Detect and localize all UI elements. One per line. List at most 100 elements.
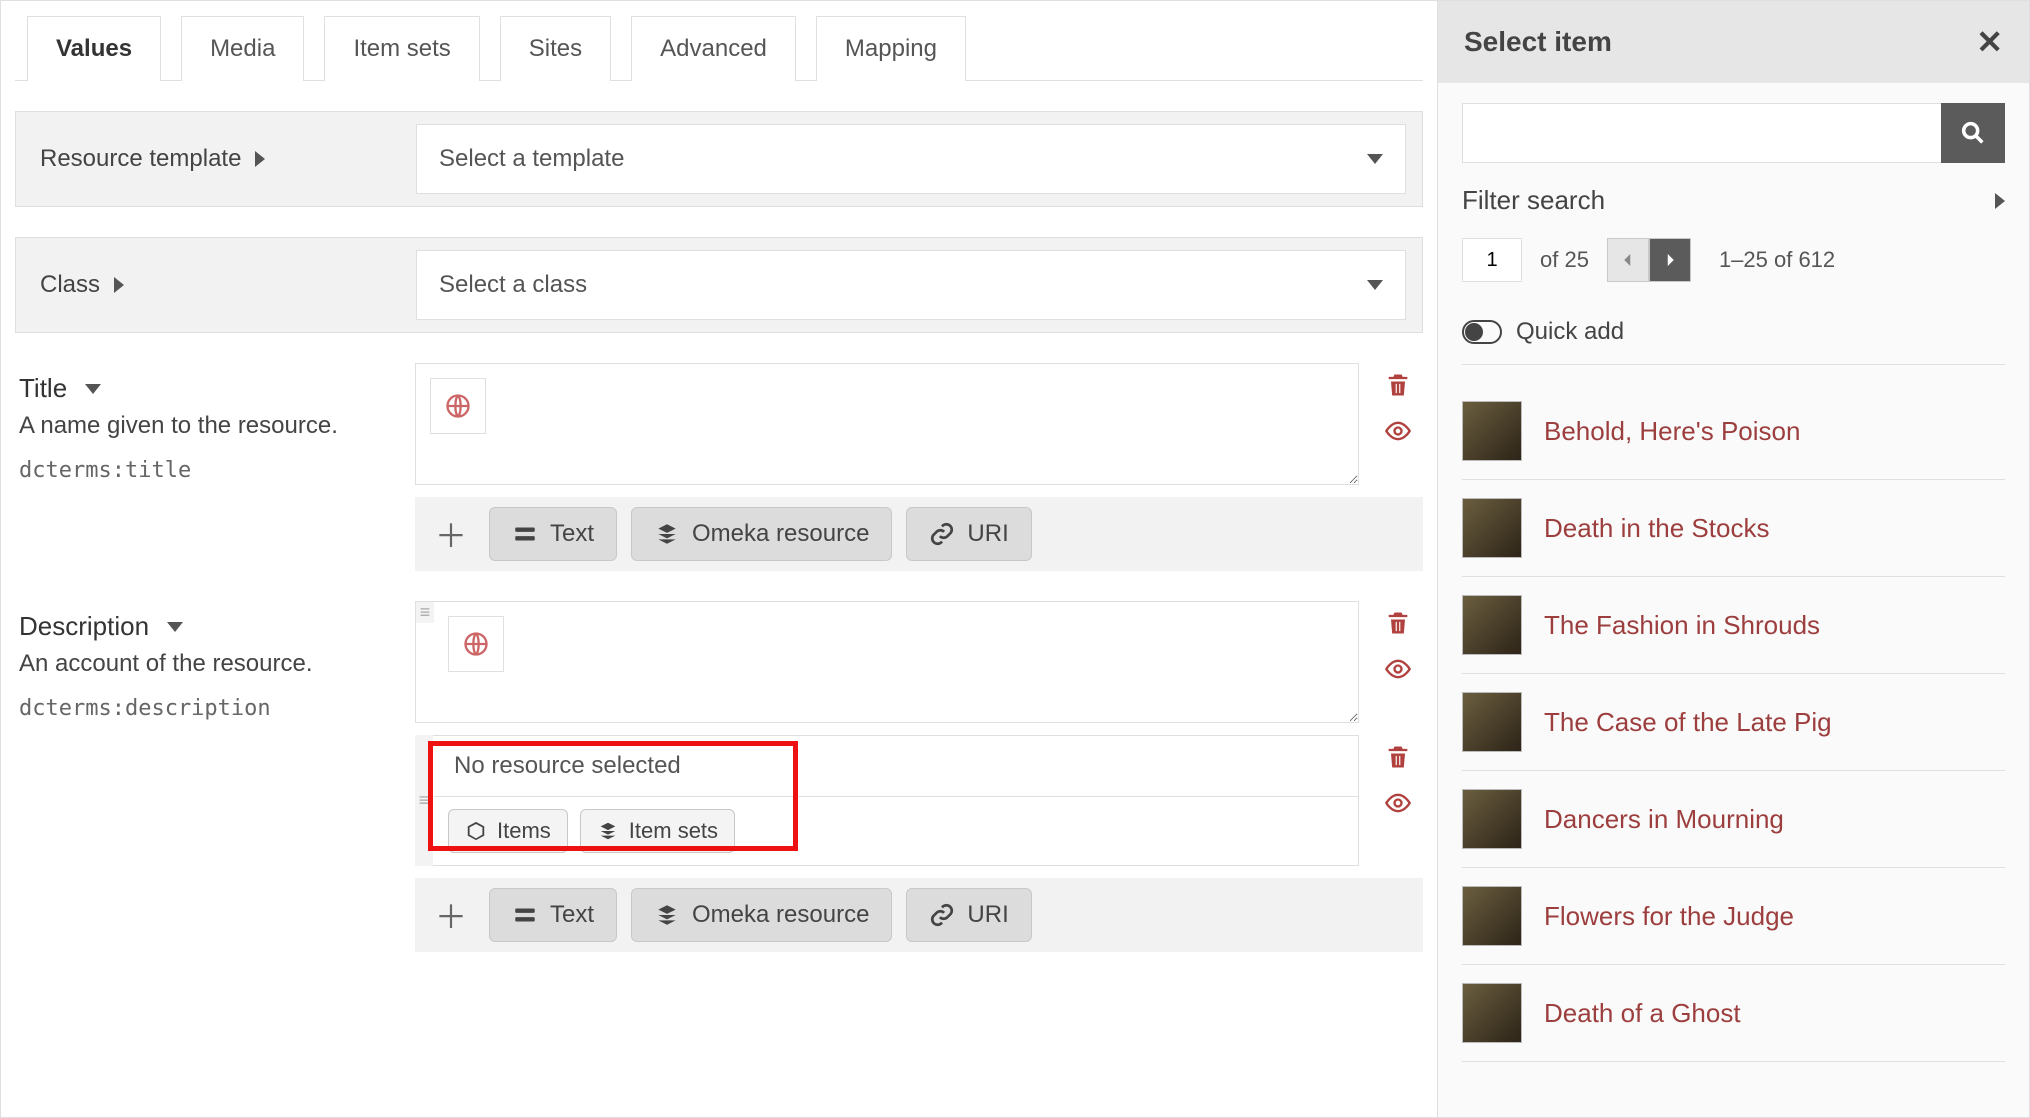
item-title: Flowers for the Judge bbox=[1544, 901, 1794, 932]
chevron-right-icon[interactable] bbox=[1995, 193, 2005, 209]
class-placeholder: Select a class bbox=[439, 271, 587, 299]
item-title: Death in the Stocks bbox=[1544, 513, 1769, 544]
title-name: Title bbox=[19, 373, 67, 404]
tab-values[interactable]: Values bbox=[27, 16, 161, 81]
thumbnail bbox=[1462, 983, 1522, 1043]
drag-handle-icon[interactable]: ≡ bbox=[415, 735, 433, 866]
item-title: The Fashion in Shrouds bbox=[1544, 610, 1820, 641]
trash-icon[interactable] bbox=[1384, 609, 1412, 637]
items-button-label: Items bbox=[497, 818, 551, 844]
type-text-button[interactable]: Text bbox=[489, 888, 617, 942]
thumbnail bbox=[1462, 692, 1522, 752]
resource-template-select[interactable]: Select a template bbox=[416, 124, 1406, 194]
thumbnail bbox=[1462, 886, 1522, 946]
eye-icon[interactable] bbox=[1384, 789, 1412, 817]
quick-add-label: Quick add bbox=[1516, 318, 1624, 346]
type-omeka-button[interactable]: Omeka resource bbox=[631, 888, 892, 942]
type-text-button[interactable]: Text bbox=[489, 507, 617, 561]
description-term: dcterms:description bbox=[19, 696, 391, 721]
type-uri-label: URI bbox=[967, 520, 1008, 548]
type-omeka-button[interactable]: Omeka resource bbox=[631, 507, 892, 561]
class-row: Class Select a class bbox=[15, 237, 1423, 333]
search-button[interactable] bbox=[1941, 103, 2005, 163]
add-value-button[interactable]: ＋ bbox=[427, 891, 475, 939]
drag-handle-icon[interactable]: ≡ bbox=[416, 602, 434, 623]
title-term: dcterms:title bbox=[19, 458, 391, 483]
add-value-button[interactable]: ＋ bbox=[427, 510, 475, 558]
trash-icon[interactable] bbox=[1384, 743, 1412, 771]
tab-media[interactable]: Media bbox=[181, 16, 304, 81]
list-item[interactable]: Dancers in Mourning bbox=[1462, 771, 2005, 868]
description-resource-value: ≡ No resource selected Items Item sets bbox=[415, 735, 1359, 866]
description-name: Description bbox=[19, 611, 149, 642]
type-omeka-label: Omeka resource bbox=[692, 901, 869, 929]
main-pane: Values Media Item sets Sites Advanced Ma… bbox=[1, 1, 1437, 1117]
pager-next-button[interactable] bbox=[1649, 238, 1691, 282]
page-input[interactable] bbox=[1462, 238, 1522, 282]
item-list: Behold, Here's Poison Death in the Stocks… bbox=[1462, 383, 2005, 1062]
resource-template-placeholder: Select a template bbox=[439, 145, 624, 173]
pager-prev-button[interactable] bbox=[1607, 238, 1649, 282]
type-uri-label: URI bbox=[967, 901, 1008, 929]
title-types-row: ＋ Text Omeka resource URI bbox=[415, 497, 1423, 571]
list-item[interactable]: Flowers for the Judge bbox=[1462, 868, 2005, 965]
type-uri-button[interactable]: URI bbox=[906, 507, 1031, 561]
item-title: Behold, Here's Poison bbox=[1544, 416, 1800, 447]
title-desc: A name given to the resource. bbox=[19, 412, 391, 440]
thumbnail bbox=[1462, 401, 1522, 461]
globe-icon[interactable] bbox=[430, 378, 486, 434]
pager-range: 1–25 of 612 bbox=[1719, 247, 1835, 273]
resource-template-row: Resource template Select a template bbox=[15, 111, 1423, 207]
list-item[interactable]: The Fashion in Shrouds bbox=[1462, 577, 2005, 674]
tab-sites[interactable]: Sites bbox=[500, 16, 611, 81]
description-desc: An account of the resource. bbox=[19, 650, 391, 678]
thumbnail bbox=[1462, 789, 1522, 849]
eye-icon[interactable] bbox=[1384, 655, 1412, 683]
globe-icon[interactable] bbox=[448, 616, 504, 672]
tab-itemsets[interactable]: Item sets bbox=[324, 16, 479, 81]
field-description: Description An account of the resource. … bbox=[15, 601, 1423, 952]
chevron-right-icon bbox=[255, 151, 265, 167]
item-title: Dancers in Mourning bbox=[1544, 804, 1784, 835]
item-title: Death of a Ghost bbox=[1544, 998, 1741, 1029]
description-value-box: ≡ bbox=[415, 601, 1359, 723]
filter-search-label[interactable]: Filter search bbox=[1462, 185, 1605, 216]
tabs-bar: Values Media Item sets Sites Advanced Ma… bbox=[15, 15, 1423, 81]
side-heading: Select item bbox=[1464, 26, 1612, 58]
chevron-down-icon bbox=[1367, 280, 1383, 290]
type-uri-button[interactable]: URI bbox=[906, 888, 1031, 942]
page-of-label: of 25 bbox=[1540, 247, 1589, 273]
class-label: Class bbox=[40, 271, 100, 299]
tab-mapping[interactable]: Mapping bbox=[816, 16, 966, 81]
side-panel: Select item ✕ Filter search of 25 bbox=[1437, 1, 2029, 1117]
thumbnail bbox=[1462, 595, 1522, 655]
item-sets-button[interactable]: Item sets bbox=[580, 809, 735, 853]
title-value-box bbox=[415, 363, 1359, 485]
chevron-down-icon bbox=[1367, 154, 1383, 164]
toggle-icon[interactable] bbox=[1462, 320, 1502, 344]
list-item[interactable]: Behold, Here's Poison bbox=[1462, 383, 2005, 480]
field-title: Title A name given to the resource. dcte… bbox=[15, 363, 1423, 571]
no-resource-text: No resource selected bbox=[434, 736, 1358, 797]
title-input[interactable] bbox=[496, 364, 1358, 484]
list-item[interactable]: Death in the Stocks bbox=[1462, 480, 2005, 577]
close-icon[interactable]: ✕ bbox=[1976, 23, 2003, 61]
list-item[interactable]: The Case of the Late Pig bbox=[1462, 674, 2005, 771]
tab-advanced[interactable]: Advanced bbox=[631, 16, 796, 81]
item-title: The Case of the Late Pig bbox=[1544, 707, 1832, 738]
type-text-label: Text bbox=[550, 901, 594, 929]
chevron-down-icon[interactable] bbox=[167, 622, 183, 632]
class-select[interactable]: Select a class bbox=[416, 250, 1406, 320]
chevron-down-icon[interactable] bbox=[85, 384, 101, 394]
item-sets-button-label: Item sets bbox=[629, 818, 718, 844]
items-button[interactable]: Items bbox=[448, 809, 568, 853]
eye-icon[interactable] bbox=[1384, 417, 1412, 445]
type-omeka-label: Omeka resource bbox=[692, 520, 869, 548]
description-types-row: ＋ Text Omeka resource URI bbox=[415, 878, 1423, 952]
chevron-right-icon bbox=[114, 277, 124, 293]
description-input[interactable] bbox=[514, 602, 1358, 722]
trash-icon[interactable] bbox=[1384, 371, 1412, 399]
search-input[interactable] bbox=[1462, 103, 1941, 163]
resource-template-label: Resource template bbox=[40, 145, 241, 173]
list-item[interactable]: Death of a Ghost bbox=[1462, 965, 2005, 1062]
